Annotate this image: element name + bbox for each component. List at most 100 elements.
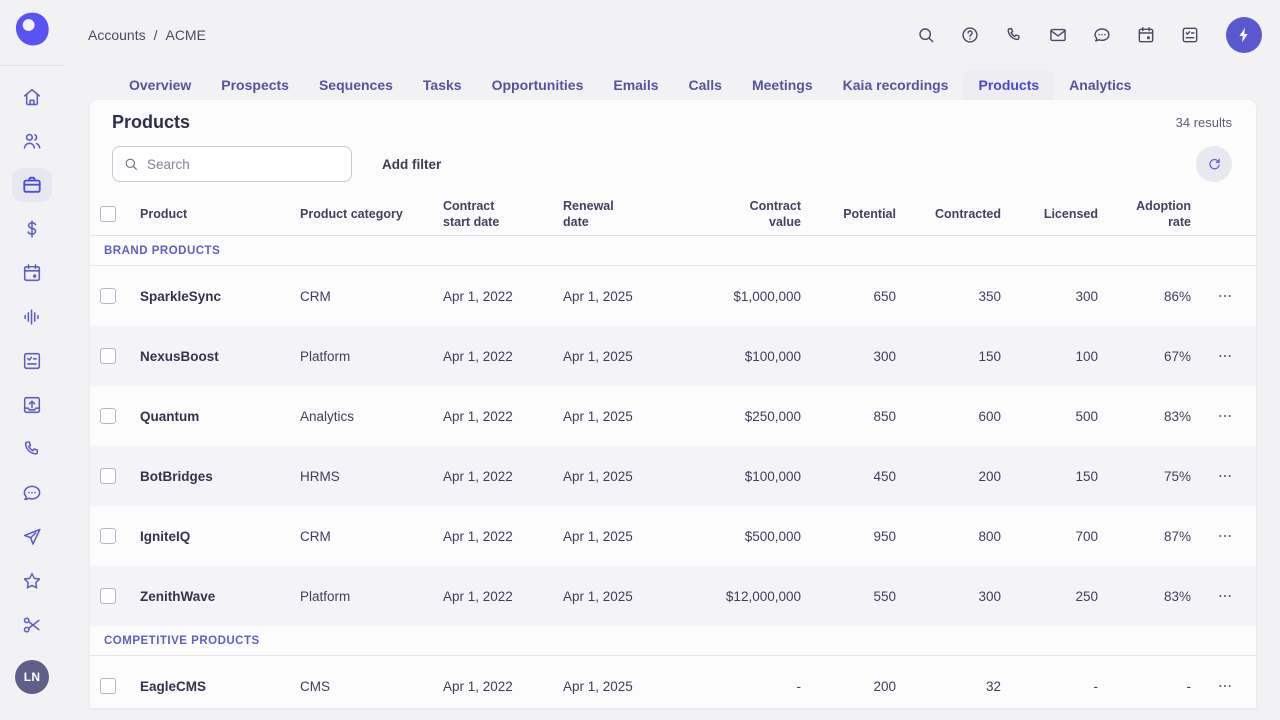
row-cell: $100,000 (744, 348, 801, 364)
search-box[interactable] (112, 146, 352, 182)
row-menu-button[interactable] (1211, 522, 1239, 550)
row-cell: 550 (873, 588, 896, 604)
row-checkbox[interactable] (100, 468, 116, 484)
row-cell: 200 (978, 468, 1001, 484)
group-header: COMPETITIVE PRODUCTS (90, 626, 1256, 656)
chat-icon (23, 485, 41, 501)
column-header-product[interactable]: Product (130, 206, 300, 222)
row-menu-button[interactable] (1211, 342, 1239, 370)
group-rows: SparkleSync CRM Apr 1, 2022 Apr 1, 2025 … (90, 266, 1256, 626)
column-header-licensed[interactable]: Licensed (1003, 206, 1100, 222)
column-header-contract-value[interactable]: Contract value (703, 198, 803, 230)
row-checkbox[interactable] (100, 348, 116, 364)
tab-opportunities[interactable]: Opportunities (477, 70, 599, 100)
chat-icon[interactable] (1092, 25, 1112, 45)
refresh-button[interactable] (1196, 146, 1232, 182)
row-menu-button[interactable] (1211, 582, 1239, 610)
mail-icon[interactable] (1048, 25, 1068, 45)
tab-meetings[interactable]: Meetings (737, 70, 828, 100)
row-cell: 300 (1075, 288, 1098, 304)
row-checkbox[interactable] (100, 588, 116, 604)
user-avatar[interactable]: LN (15, 660, 49, 694)
tab-tasks[interactable]: Tasks (408, 70, 477, 100)
calendar-icon[interactable] (1136, 25, 1156, 45)
quick-actions-button[interactable] (1226, 17, 1262, 53)
dollar-icon (27, 220, 37, 238)
row-cell: 83% (1163, 588, 1191, 604)
search-icon[interactable] (916, 25, 936, 45)
group-label: BRAND PRODUCTS (104, 244, 221, 257)
sidebar-item-calls[interactable] (12, 432, 52, 466)
tab-prospects[interactable]: Prospects (206, 70, 304, 100)
row-menu-button[interactable] (1211, 282, 1239, 310)
select-all-checkbox[interactable] (100, 205, 116, 222)
row-cell: CRM (300, 288, 331, 304)
sidebar-item-favorites[interactable] (12, 564, 52, 598)
toolbar: Add filter (90, 146, 1256, 182)
row-cell: 32 (985, 678, 1001, 694)
column-header-contracted[interactable]: Contracted (898, 206, 1003, 222)
sidebar-item-conversations[interactable] (12, 476, 52, 510)
products-table: Product Product category Contract start … (90, 192, 1256, 708)
row-cell: 350 (978, 288, 1001, 304)
tab-kaia-recordings[interactable]: Kaia recordings (828, 70, 964, 100)
table-row[interactable]: SparkleSync CRM Apr 1, 2022 Apr 1, 2025 … (90, 266, 1256, 326)
tab-sequences[interactable]: Sequences (304, 70, 408, 100)
sidebar-item-sequences[interactable] (12, 520, 52, 554)
add-filter-button[interactable]: Add filter (378, 151, 445, 178)
sidebar-item-home[interactable] (12, 80, 52, 114)
table-row[interactable]: IgniteIQ CRM Apr 1, 2022 Apr 1, 2025 $50… (90, 506, 1256, 566)
search-input[interactable] (147, 156, 341, 172)
table-group: BRAND PRODUCTS SparkleSync CRM Apr 1, 20… (90, 236, 1256, 626)
tab-overview[interactable]: Overview (114, 70, 206, 100)
row-cell: Apr 1, 2025 (563, 288, 633, 304)
column-header-contract-start-date[interactable]: Contract start date (443, 198, 563, 230)
breadcrumb-accounts-link[interactable]: Accounts (88, 27, 146, 43)
row-cell: 950 (873, 528, 896, 544)
row-cell: Apr 1, 2025 (563, 348, 633, 364)
table-row[interactable]: NexusBoost Platform Apr 1, 2022 Apr 1, 2… (90, 326, 1256, 386)
tab-analytics[interactable]: Analytics (1054, 70, 1146, 100)
people-icon (23, 133, 41, 149)
sidebar-divider (0, 65, 64, 66)
phone-icon[interactable] (1004, 25, 1024, 45)
row-cell: 86% (1163, 288, 1191, 304)
app-logo[interactable] (13, 0, 51, 65)
briefcase-icon (23, 176, 41, 193)
column-header-renewal-date[interactable]: Renewal date (563, 198, 703, 230)
row-cell: Apr 1, 2025 (563, 408, 633, 424)
row-cell: Platform (300, 348, 351, 364)
tasks-icon[interactable] (1180, 25, 1200, 45)
sidebar-item-snippets[interactable] (12, 608, 52, 642)
tab-products[interactable]: Products (963, 70, 1055, 100)
tab-emails[interactable]: Emails (598, 70, 673, 100)
sidebar-item-outbox[interactable] (12, 388, 52, 422)
search-icon (125, 158, 137, 170)
table-row[interactable]: ZenithWave Platform Apr 1, 2022 Apr 1, 2… (90, 566, 1256, 626)
sidebar-item-kaia-recordings[interactable] (12, 300, 52, 334)
column-header-adoption-rate[interactable]: Adoption rate (1100, 198, 1193, 230)
sidebar-item-opportunities[interactable] (12, 212, 52, 246)
row-menu-button[interactable] (1211, 462, 1239, 490)
row-menu-button[interactable] (1211, 672, 1239, 700)
sidebar-item-tasks[interactable] (12, 344, 52, 378)
table-row[interactable]: Quantum Analytics Apr 1, 2022 Apr 1, 202… (90, 386, 1256, 446)
row-checkbox[interactable] (100, 678, 116, 694)
table-row[interactable]: BotBridges HRMS Apr 1, 2022 Apr 1, 2025 … (90, 446, 1256, 506)
row-checkbox[interactable] (100, 528, 116, 544)
row-cell: Apr 1, 2025 (563, 528, 633, 544)
sidebar-item-prospects[interactable] (12, 124, 52, 158)
column-header-product-category[interactable]: Product category (300, 206, 443, 222)
sidebar-nav (12, 80, 52, 642)
column-header-potential[interactable]: Potential (803, 206, 898, 222)
help-icon[interactable] (960, 25, 980, 45)
row-checkbox[interactable] (100, 288, 116, 304)
row-cell: 850 (873, 408, 896, 424)
tab-calls[interactable]: Calls (674, 70, 737, 100)
row-menu-button[interactable] (1211, 402, 1239, 430)
row-checkbox[interactable] (100, 408, 116, 424)
table-row[interactable]: EagleCMS CMS Apr 1, 2022 Apr 1, 2025 - 2… (90, 656, 1256, 708)
sidebar-item-accounts[interactable] (12, 168, 52, 202)
sidebar-item-calendar[interactable] (12, 256, 52, 290)
table-body: BRAND PRODUCTS SparkleSync CRM Apr 1, 20… (90, 236, 1256, 708)
